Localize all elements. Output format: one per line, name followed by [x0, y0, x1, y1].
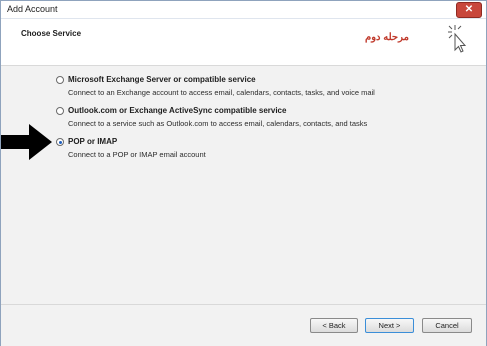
cancel-button[interactable]: Cancel	[422, 318, 472, 333]
step-annotation: مرحله دوم	[365, 32, 409, 43]
footer-bar: < Back Next > Cancel	[1, 304, 486, 346]
option-exchange-label: Microsoft Exchange Server or compatible …	[68, 75, 256, 84]
window-title: Add Account	[7, 4, 58, 14]
back-button[interactable]: < Back	[310, 318, 358, 333]
option-pop-imap-label: POP or IMAP	[68, 137, 118, 146]
radio-outlook-com[interactable]	[56, 107, 64, 115]
option-pop-imap-description: Connect to a POP or IMAP email account	[68, 150, 206, 159]
next-button[interactable]: Next >	[365, 318, 414, 333]
radio-exchange[interactable]	[56, 76, 64, 84]
service-options-panel: Microsoft Exchange Server or compatible …	[1, 66, 486, 304]
option-exchange-description: Connect to an Exchange account to access…	[68, 88, 375, 97]
pointer-arrow-icon	[1, 124, 52, 160]
radio-pop-imap[interactable]	[56, 138, 64, 146]
add-account-window: Add Account ✕ Choose Service مرحله دوم M…	[0, 0, 487, 346]
option-outlook-com-label: Outlook.com or Exchange ActiveSync compa…	[68, 106, 287, 115]
option-outlook-com-description: Connect to a service such as Outlook.com…	[68, 119, 368, 128]
header-panel: Choose Service مرحله دوم	[1, 19, 486, 66]
section-title: Choose Service	[21, 29, 82, 38]
title-bar: Add Account ✕	[1, 1, 486, 19]
close-button[interactable]: ✕	[456, 2, 482, 18]
click-cursor-icon	[448, 25, 467, 53]
